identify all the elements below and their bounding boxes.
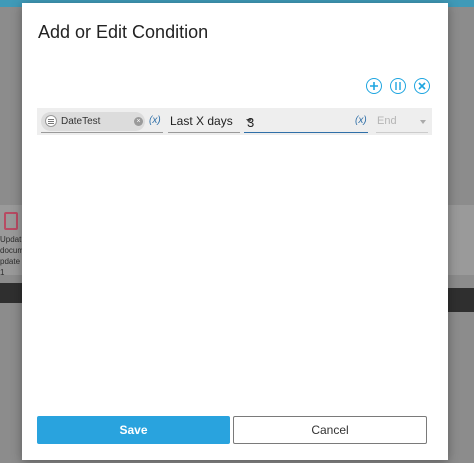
condition-row: DateTest × (x) Last X days 3 (x) End [37, 108, 432, 135]
dialog-title: Add or Edit Condition [38, 22, 209, 42]
field-underline [41, 132, 163, 133]
value-underline [244, 132, 368, 133]
remove-condition-button[interactable] [414, 78, 430, 94]
field-variable-button[interactable]: (x) [149, 115, 161, 126]
field-selector[interactable]: DateTest × [41, 112, 145, 131]
background-card-right [448, 205, 474, 275]
condition-dialog: Add or Edit Condition DateTest × (x) Las… [22, 3, 448, 460]
end-select[interactable]: End [377, 115, 397, 127]
background-bar-right [448, 288, 474, 312]
field-label: DateTest [61, 116, 101, 127]
add-condition-button[interactable] [366, 78, 382, 94]
clear-icon[interactable]: × [134, 117, 143, 126]
list-icon [45, 115, 57, 127]
background-bar-left [0, 283, 22, 303]
background-card-text: Updat documn pdate 1 [0, 235, 22, 277]
operator-select[interactable]: Last X days [170, 114, 233, 128]
value-variable-button[interactable]: (x) [355, 115, 367, 126]
x-circle-icon [418, 82, 426, 90]
value-input[interactable]: 3 [247, 115, 254, 130]
chevron-down-icon[interactable] [420, 120, 426, 124]
group-condition-button[interactable] [390, 78, 406, 94]
end-underline [376, 132, 428, 133]
cancel-button[interactable]: Cancel [233, 416, 427, 444]
bracket-circle-icon [394, 82, 402, 90]
document-icon [4, 212, 18, 230]
save-button[interactable]: Save [37, 416, 230, 444]
operator-underline [168, 132, 240, 133]
plus-circle-icon [370, 82, 378, 90]
